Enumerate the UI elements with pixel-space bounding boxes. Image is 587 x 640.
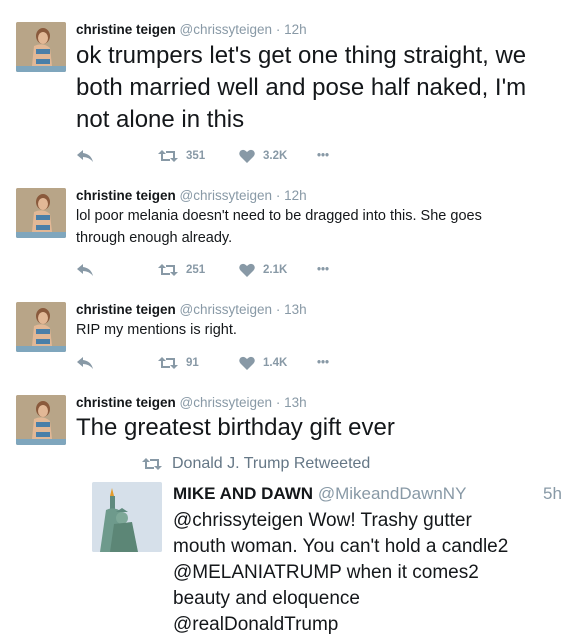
retweet-icon	[158, 357, 178, 369]
like-icon	[239, 149, 255, 163]
retweet-count: 351	[186, 150, 206, 162]
more-button[interactable]: •••	[317, 146, 329, 166]
reply-icon	[77, 150, 93, 162]
reply-button[interactable]	[76, 260, 94, 280]
tweet-text-line: both married well and pose half naked, I…	[76, 74, 527, 101]
tweet-text: ok trumpers let's get one thing straight…	[76, 40, 526, 136]
reply-button[interactable]	[76, 146, 94, 166]
embedded-text-line: beauty and eloquence	[173, 588, 360, 609]
embedded-text-line: @MELANIATRUMP when it comes2	[173, 562, 479, 583]
more-icon: •••	[317, 150, 330, 162]
tweet-text-line: through enough already.	[76, 230, 233, 246]
user-handle[interactable]: @chrissyteigen	[180, 22, 273, 37]
more-icon: •••	[317, 357, 330, 369]
embedded-timestamp[interactable]: 5h	[543, 484, 562, 504]
avatar[interactable]	[16, 395, 66, 445]
like-button[interactable]: 3.2K	[239, 146, 287, 166]
display-name[interactable]: christine teigen	[76, 302, 176, 317]
statue-of-liberty-avatar	[92, 482, 162, 552]
tweet-3[interactable]: christine teigen @chrissyteigen · 13h RI…	[0, 291, 587, 385]
like-count: 1.4K	[263, 357, 288, 369]
embedded-header: MIKE AND DAWN @MikeandDawnNY	[173, 484, 466, 504]
retweet-count: 251	[186, 264, 206, 276]
like-button[interactable]: 2.1K	[239, 260, 287, 280]
tweet-header: christine teigen @chrissyteigen · 12h	[76, 188, 307, 203]
tweet-text: The greatest birthday gift ever	[76, 412, 395, 444]
like-count: 3.2K	[263, 150, 288, 162]
retweet-count: 91	[186, 357, 199, 369]
reply-icon	[77, 264, 93, 276]
retweeted-by-text: Donald J. Trump Retweeted	[172, 455, 371, 472]
embedded-display-name[interactable]: MIKE AND DAWN	[173, 484, 313, 503]
tweet-text: RIP my mentions is right.	[76, 319, 237, 341]
retweeted-by-label[interactable]: Donald J. Trump Retweeted	[142, 455, 370, 473]
embedded-tweet-text: @chrissyteigen Wow! Trashy gutter mouth …	[173, 508, 573, 638]
retweet-icon	[142, 458, 162, 470]
tweet-header: christine teigen @chrissyteigen · 12h	[76, 22, 307, 37]
tweet-text-line: lol poor melania doesn't need to be drag…	[76, 208, 482, 224]
separator: ·	[275, 395, 281, 410]
display-name[interactable]: christine teigen	[76, 395, 176, 410]
embedded-text-line: mouth woman. You can't hold a candle2	[173, 536, 509, 557]
user-handle[interactable]: @chrissyteigen	[180, 188, 273, 203]
user-handle[interactable]: @chrissyteigen	[180, 395, 273, 410]
retweet-icon	[158, 264, 178, 276]
avatar[interactable]	[16, 22, 66, 72]
separator: ·	[275, 22, 281, 37]
more-button[interactable]: •••	[317, 260, 329, 280]
like-count: 2.1K	[263, 264, 288, 276]
embedded-text-line: @chrissyteigen Wow! Trashy gutter	[173, 510, 472, 531]
like-button[interactable]: 1.4K	[239, 353, 287, 373]
reply-icon	[77, 357, 93, 369]
tweet-text: lol poor melania doesn't need to be drag…	[76, 205, 482, 249]
tweet-2[interactable]: christine teigen @chrissyteigen · 12h lo…	[0, 177, 587, 292]
embedded-avatar[interactable]	[92, 482, 162, 552]
display-name[interactable]: christine teigen	[76, 188, 176, 203]
timestamp[interactable]: 13h	[284, 302, 307, 317]
reply-button[interactable]	[76, 353, 94, 373]
separator: ·	[275, 302, 281, 317]
like-icon	[239, 356, 255, 370]
avatar[interactable]	[16, 188, 66, 238]
tweet-header: christine teigen @chrissyteigen · 13h	[76, 302, 307, 317]
tweet-text-line: RIP my mentions is right.	[76, 322, 237, 338]
embedded-text-line: @realDonaldTrump	[173, 614, 339, 635]
avatar[interactable]	[16, 302, 66, 352]
tweet-text-line: The greatest birthday gift ever	[76, 414, 395, 441]
retweet-button[interactable]: 251	[158, 260, 205, 280]
tweet-1[interactable]: christine teigen @chrissyteigen · 12h ok…	[0, 0, 587, 178]
timestamp[interactable]: 12h	[284, 188, 307, 203]
separator: ·	[275, 188, 281, 203]
user-handle[interactable]: @chrissyteigen	[180, 302, 273, 317]
embedded-user-handle[interactable]: @MikeandDawnNY	[318, 484, 467, 503]
like-icon	[239, 263, 255, 277]
tweet-header: christine teigen @chrissyteigen · 13h	[76, 395, 307, 410]
more-icon: •••	[317, 264, 330, 276]
retweet-button[interactable]: 351	[158, 146, 205, 166]
timestamp[interactable]: 13h	[284, 395, 307, 410]
display-name[interactable]: christine teigen	[76, 22, 176, 37]
timestamp[interactable]: 12h	[284, 22, 307, 37]
tweet-text-line: not alone in this	[76, 106, 245, 133]
more-button[interactable]: •••	[317, 353, 329, 373]
retweet-button[interactable]: 91	[158, 353, 199, 373]
tweet-text-line: ok trumpers let's get one thing straight…	[76, 42, 527, 69]
retweet-icon	[158, 150, 178, 162]
